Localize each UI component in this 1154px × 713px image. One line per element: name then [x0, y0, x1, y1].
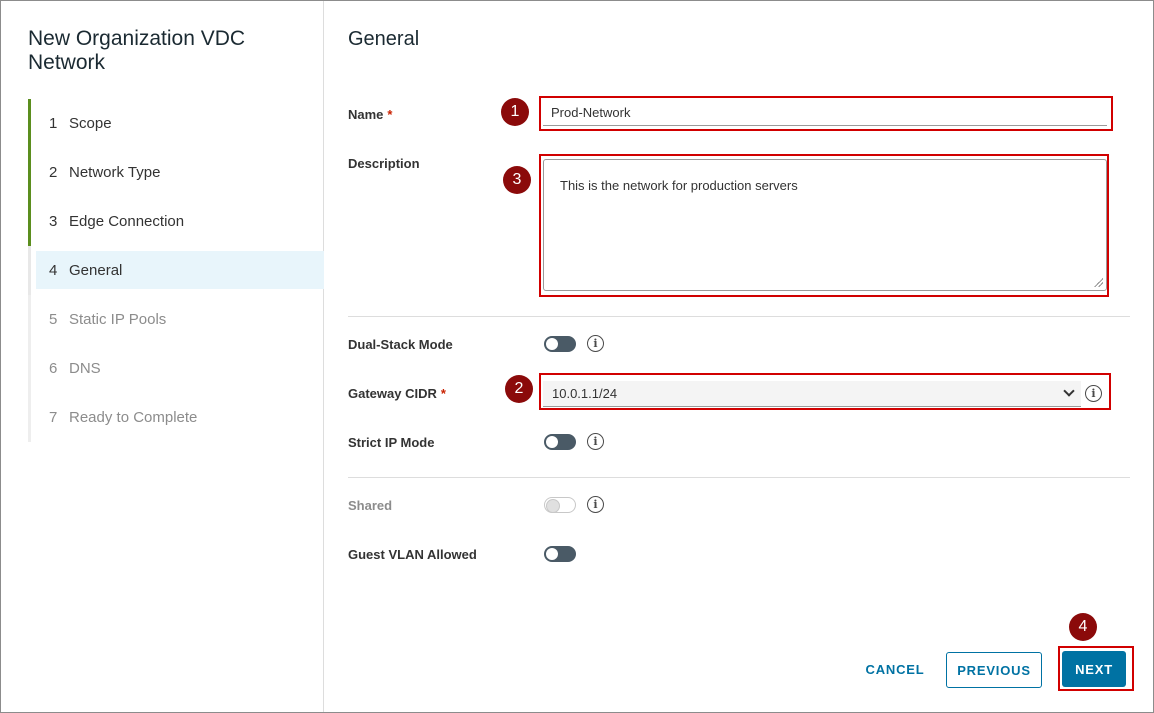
name-label-text: Name: [348, 107, 384, 122]
callout-marker-2: 2: [505, 375, 533, 403]
guest-vlan-label: Guest VLAN Allowed: [348, 547, 477, 562]
dual-stack-label: Dual-Stack Mode: [348, 337, 453, 352]
step-label: Static IP Pools: [69, 311, 167, 328]
gateway-cidr-value: 10.0.1.1/24: [552, 386, 618, 401]
step-number: 3: [49, 213, 58, 230]
step-label: Ready to Complete: [69, 409, 198, 426]
callout-marker-4: 4: [1069, 613, 1097, 641]
step-label: Edge Connection: [69, 213, 185, 230]
chevron-down-icon: [1063, 385, 1075, 397]
strict-ip-toggle[interactable]: [544, 434, 576, 450]
step-network-type[interactable]: 2 Network Type: [28, 148, 324, 197]
step-number: 4: [49, 261, 58, 279]
description-textarea[interactable]: This is the network for production serve…: [543, 159, 1107, 291]
required-mark: *: [387, 107, 393, 122]
callout-marker-1: 1: [501, 98, 529, 126]
step-label: Scope: [69, 115, 112, 132]
strict-ip-label: Strict IP Mode: [348, 435, 435, 450]
step-number: 6: [49, 360, 58, 377]
wizard-steps: 1 Scope 2 Network Type 3 Edge Connection…: [28, 99, 324, 442]
resize-handle-icon[interactable]: [1093, 277, 1103, 287]
step-number: 5: [49, 311, 58, 328]
info-icon[interactable]: i: [587, 433, 604, 450]
shared-label: Shared: [348, 498, 393, 513]
step-static-ip-pools: 5 Static IP Pools: [28, 295, 324, 344]
wizard-content: General Name * Prod-Network Description T…: [325, 1, 1153, 712]
name-input-value: Prod-Network: [551, 105, 631, 120]
callout-marker-3: 3: [503, 166, 531, 194]
info-icon[interactable]: i: [587, 496, 604, 513]
wizard-title: New Organization VDC Network: [28, 27, 246, 74]
cancel-button[interactable]: CANCEL: [855, 651, 935, 687]
step-edge-connection[interactable]: 3 Edge Connection: [28, 197, 324, 246]
description-label: Description: [348, 156, 420, 171]
wizard-dialog: New Organization VDC Network 1 Scope 2 N…: [0, 0, 1154, 713]
description-value: This is the network for production serve…: [560, 178, 798, 193]
name-label: Name *: [348, 107, 392, 122]
step-general[interactable]: 4 General: [28, 246, 324, 295]
step-number: 1: [49, 115, 58, 132]
wizard-sidebar: New Organization VDC Network 1 Scope 2 N…: [1, 1, 324, 712]
previous-button[interactable]: PREVIOUS: [946, 652, 1042, 688]
name-input[interactable]: Prod-Network: [543, 100, 1107, 126]
step-label: Network Type: [69, 164, 161, 181]
step-number: 2: [49, 164, 58, 181]
section-title: General: [348, 28, 420, 50]
next-button[interactable]: NEXT: [1062, 651, 1126, 687]
required-mark: *: [440, 386, 446, 401]
step-label: General: [69, 261, 123, 279]
step-label: DNS: [69, 360, 101, 377]
divider: [348, 477, 1130, 478]
step-scope[interactable]: 1 Scope: [28, 99, 324, 148]
gateway-cidr-label: Gateway CIDR *: [348, 386, 446, 401]
info-icon[interactable]: i: [587, 335, 604, 352]
guest-vlan-toggle[interactable]: [544, 546, 576, 562]
info-icon[interactable]: i: [1085, 385, 1102, 402]
step-dns: 6 DNS: [28, 344, 324, 393]
shared-toggle: [544, 497, 576, 513]
step-number: 7: [49, 409, 58, 426]
divider: [348, 316, 1130, 317]
gateway-cidr-label-text: Gateway CIDR: [348, 386, 437, 401]
dual-stack-toggle[interactable]: [544, 336, 576, 352]
step-ready-to-complete: 7 Ready to Complete: [28, 393, 324, 442]
gateway-cidr-select[interactable]: 10.0.1.1/24: [543, 381, 1081, 407]
